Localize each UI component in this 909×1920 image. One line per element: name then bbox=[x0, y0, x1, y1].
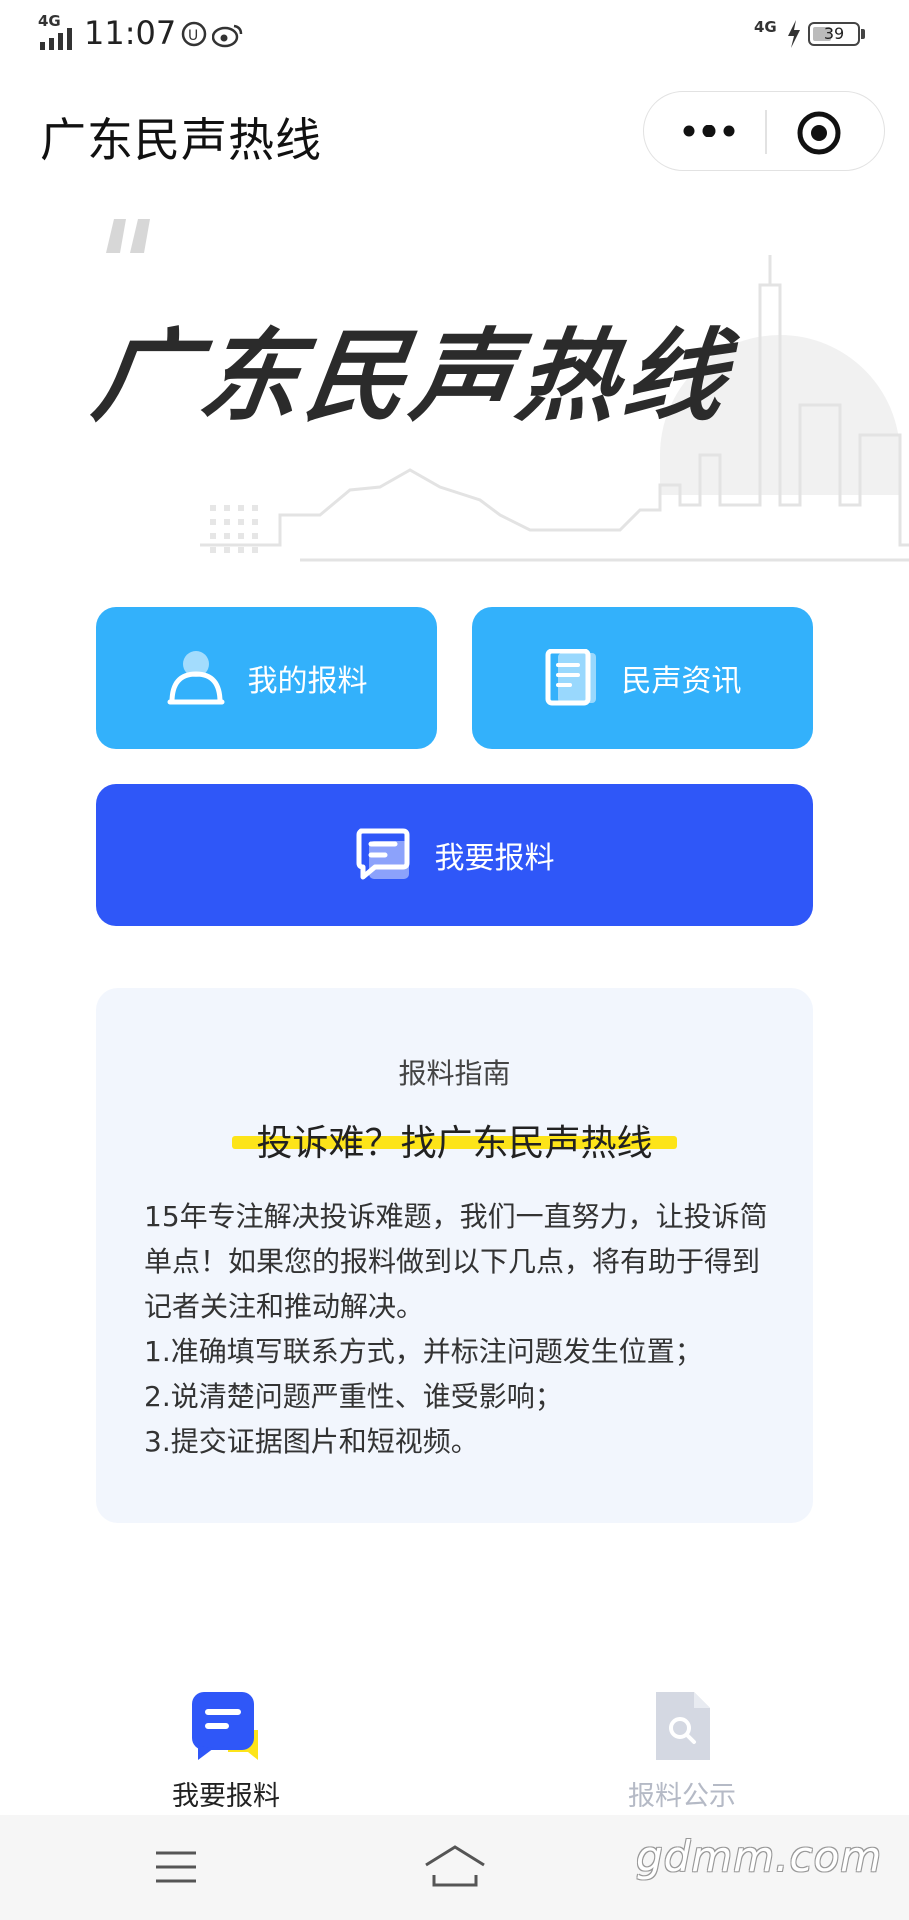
app-notification-icon: U bbox=[180, 20, 208, 52]
capsule-divider bbox=[765, 110, 767, 154]
submit-report-button[interactable]: 我要报料 bbox=[96, 784, 813, 926]
menu-button[interactable] bbox=[154, 1849, 198, 1889]
battery-percent: 39 bbox=[823, 24, 845, 43]
battery-tip bbox=[861, 29, 865, 39]
weibo-icon bbox=[211, 22, 244, 52]
status-bar: 4G 11:07 U 4G 39 bbox=[0, 0, 909, 70]
guide-body: 15年专注解决投诉难题，我们一直努力，让投诉简单点！如果您的报料做到以下几点，将… bbox=[144, 1194, 774, 1464]
report-guide-card: 报料指南 投诉难？找广东民声热线 15年专注解决投诉难题，我们一直努力，让投诉简… bbox=[96, 988, 813, 1523]
news-button[interactable]: 民声资讯 bbox=[472, 607, 813, 749]
user-icon bbox=[166, 650, 226, 706]
quote-mark-icon bbox=[106, 219, 150, 253]
guide-tip-1: 1.准确填写联系方式，并标注问题发生位置； bbox=[144, 1335, 703, 1368]
banner-title: 广东民声热线 bbox=[86, 318, 739, 435]
battery-icon: 39 bbox=[808, 22, 860, 46]
report-chat-icon bbox=[192, 1692, 258, 1760]
charging-icon bbox=[786, 20, 802, 52]
my-reports-button[interactable]: 我的报料 bbox=[96, 607, 437, 749]
home-button[interactable] bbox=[424, 1843, 486, 1893]
watermark: gdmm.com bbox=[636, 1832, 883, 1881]
network-type: 4G bbox=[38, 12, 61, 30]
network-type-right: 4G bbox=[754, 18, 777, 36]
menu-icon bbox=[156, 1851, 196, 1883]
guide-title: 投诉难？找广东民声热线 bbox=[256, 1123, 653, 1164]
target-close-icon bbox=[797, 111, 841, 155]
home-icon bbox=[425, 1845, 485, 1887]
news-label: 民声资讯 bbox=[621, 664, 742, 699]
report-chat-icon bbox=[355, 827, 413, 883]
page-title: 广东民声热线 bbox=[40, 113, 322, 167]
news-document-icon bbox=[544, 649, 600, 707]
tab-report-public[interactable]: 报料公示 bbox=[582, 1690, 782, 1813]
tab-submit-report[interactable]: 我要报料 bbox=[126, 1690, 326, 1813]
network-4g-icon: 4G bbox=[754, 18, 777, 36]
mini-program-capsule bbox=[643, 91, 885, 171]
document-search-icon bbox=[656, 1692, 710, 1760]
my-reports-label: 我的报料 bbox=[247, 664, 368, 699]
signal-icon: 4G bbox=[38, 14, 78, 54]
svg-text:U: U bbox=[188, 28, 198, 44]
tab-report-public-label: 报料公示 bbox=[628, 1781, 736, 1812]
clock: 11:07 bbox=[84, 14, 177, 52]
guide-tip-2: 2.说清楚问题严重性、谁受影响； bbox=[144, 1380, 563, 1413]
tab-submit-report-label: 我要报料 bbox=[172, 1781, 280, 1812]
guide-intro: 15年专注解决投诉难题，我们一直努力，让投诉简单点！如果您的报料做到以下几点，将… bbox=[144, 1200, 768, 1323]
guide-heading: 报料指南 bbox=[398, 1057, 511, 1090]
hero-banner: 广东民声热线 bbox=[0, 195, 909, 575]
close-mini-program-button[interactable] bbox=[794, 108, 844, 158]
guide-tip-3: 3.提交证据图片和短视频。 bbox=[144, 1425, 479, 1458]
more-options-button[interactable] bbox=[664, 106, 754, 156]
more-dots-icon bbox=[683, 125, 735, 137]
submit-report-label: 我要报料 bbox=[434, 841, 555, 876]
